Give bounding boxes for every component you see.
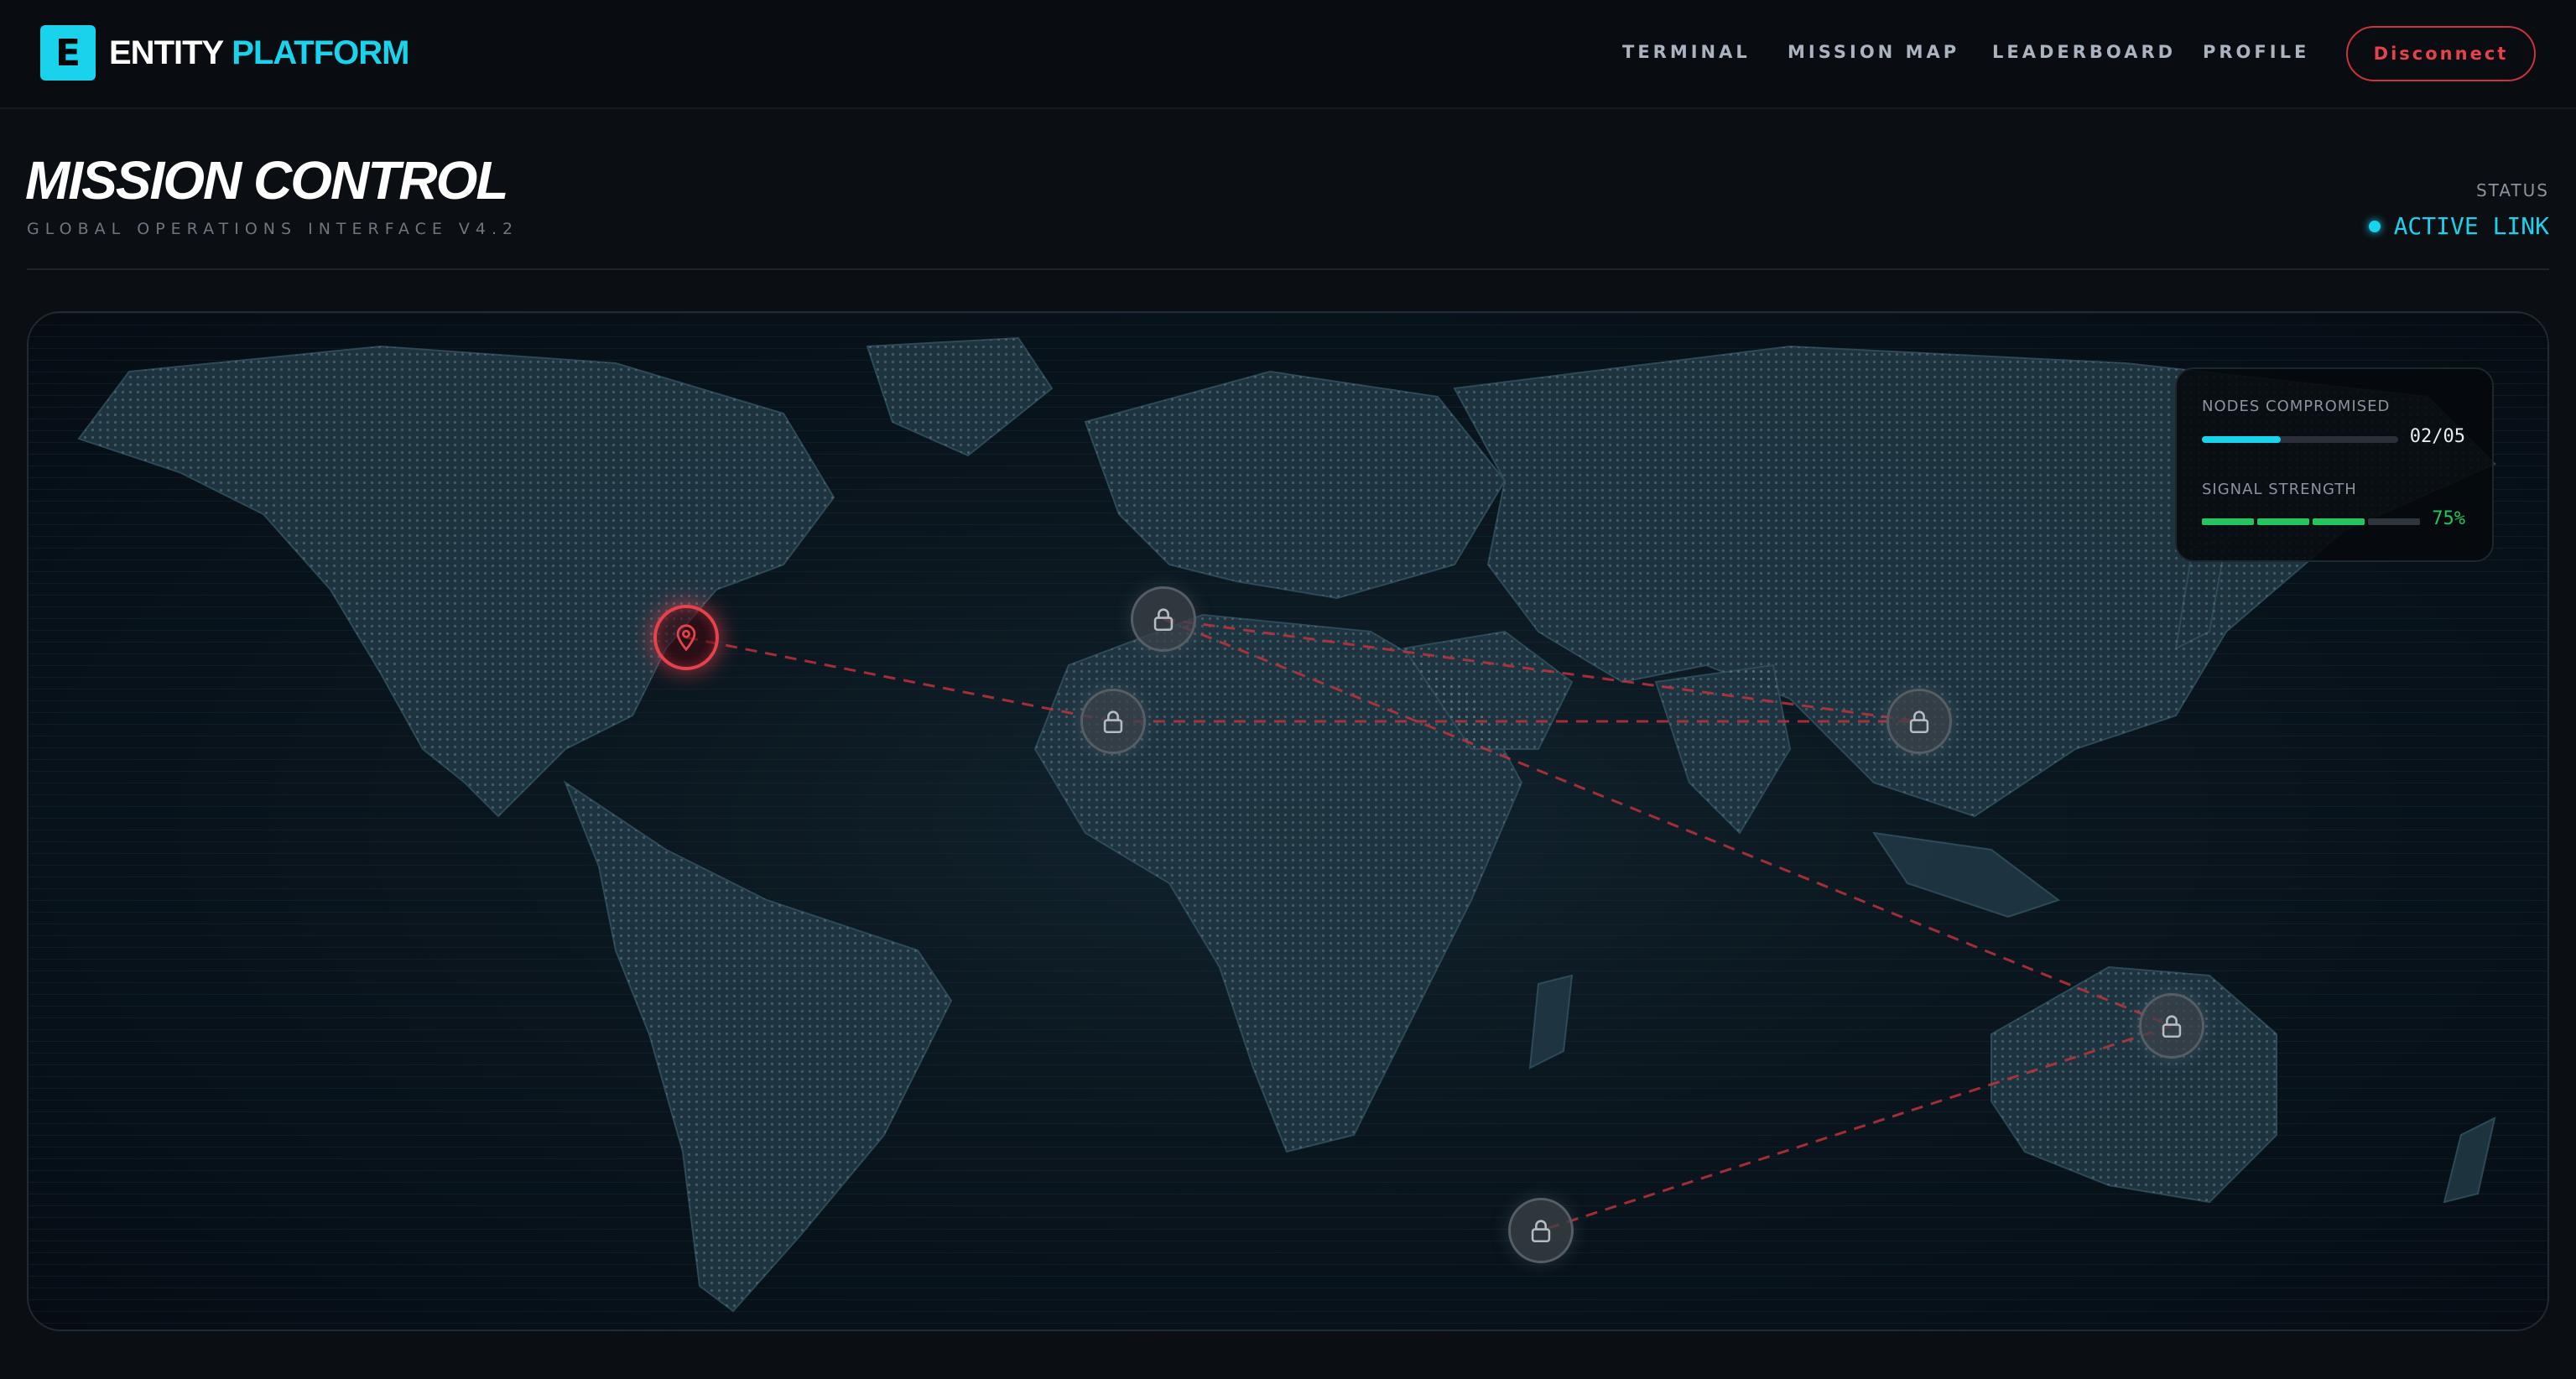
signal-strength-value: 75% bbox=[2432, 508, 2465, 529]
lock-icon bbox=[1103, 710, 1123, 734]
nodes-compromised-bar bbox=[2202, 436, 2398, 443]
brand-logo[interactable]: E ENTITY PLATFORM bbox=[40, 25, 409, 81]
map-pin-icon bbox=[676, 624, 696, 652]
nodes-compromised-value: 02/05 bbox=[2409, 426, 2465, 447]
signal-strength-bar bbox=[2202, 518, 2420, 525]
nav-leaderboard[interactable]: LEADERBOARD bbox=[1992, 42, 2176, 62]
nav-terminal[interactable]: TERMINAL bbox=[1622, 42, 1751, 62]
node-west-africa[interactable] bbox=[1080, 689, 1146, 754]
status-dot-icon bbox=[2368, 220, 2381, 232]
signal-segment bbox=[2368, 518, 2420, 525]
status-indicator: ACTIVE LINK bbox=[2368, 212, 2549, 240]
page-title: MISSION CONTROL bbox=[25, 150, 508, 211]
top-nav-bar: E ENTITY PLATFORM TERMINAL MISSION MAP LE… bbox=[0, 0, 2576, 109]
status-label: STATUS bbox=[2475, 180, 2549, 200]
world-map bbox=[29, 313, 2547, 1330]
page-subtitle: GLOBAL OPERATIONS INTERFACE V4.2 bbox=[27, 220, 519, 238]
node-east-asia[interactable] bbox=[1886, 689, 1952, 754]
disconnect-button[interactable]: Disconnect bbox=[2346, 26, 2536, 81]
node-north-africa[interactable] bbox=[1131, 586, 1196, 652]
signal-segment bbox=[2313, 518, 2365, 525]
signal-strength-label: SIGNAL STRENGTH bbox=[2202, 481, 2357, 498]
brand-mark: E bbox=[40, 25, 96, 81]
mission-map[interactable] bbox=[27, 311, 2549, 1331]
status-value: ACTIVE LINK bbox=[2393, 212, 2549, 240]
lock-icon bbox=[2162, 1015, 2182, 1038]
nodes-compromised-fill bbox=[2202, 436, 2281, 443]
lock-icon bbox=[1153, 608, 1174, 632]
brand-name-accent: PLATFORM bbox=[232, 34, 409, 71]
node-north-america[interactable] bbox=[653, 605, 719, 670]
node-southern-ocean[interactable] bbox=[1508, 1198, 1574, 1263]
signal-segment bbox=[2202, 518, 2254, 525]
nav-profile[interactable]: PROFILE bbox=[2203, 42, 2309, 62]
node-australia[interactable] bbox=[2139, 993, 2204, 1059]
signal-segment bbox=[2257, 518, 2309, 525]
lock-icon bbox=[1531, 1220, 1551, 1243]
mission-stats-card: NODES COMPROMISED 02/05 SIGNAL STRENGTH … bbox=[2175, 367, 2494, 562]
lock-icon bbox=[1909, 710, 1929, 734]
brand-name-primary: ENTITY bbox=[109, 34, 224, 71]
header-divider bbox=[27, 268, 2549, 270]
brand-name: ENTITY PLATFORM bbox=[109, 34, 409, 72]
nodes-compromised-label: NODES COMPROMISED bbox=[2202, 398, 2391, 415]
nav-mission-map[interactable]: MISSION MAP bbox=[1788, 42, 1959, 62]
